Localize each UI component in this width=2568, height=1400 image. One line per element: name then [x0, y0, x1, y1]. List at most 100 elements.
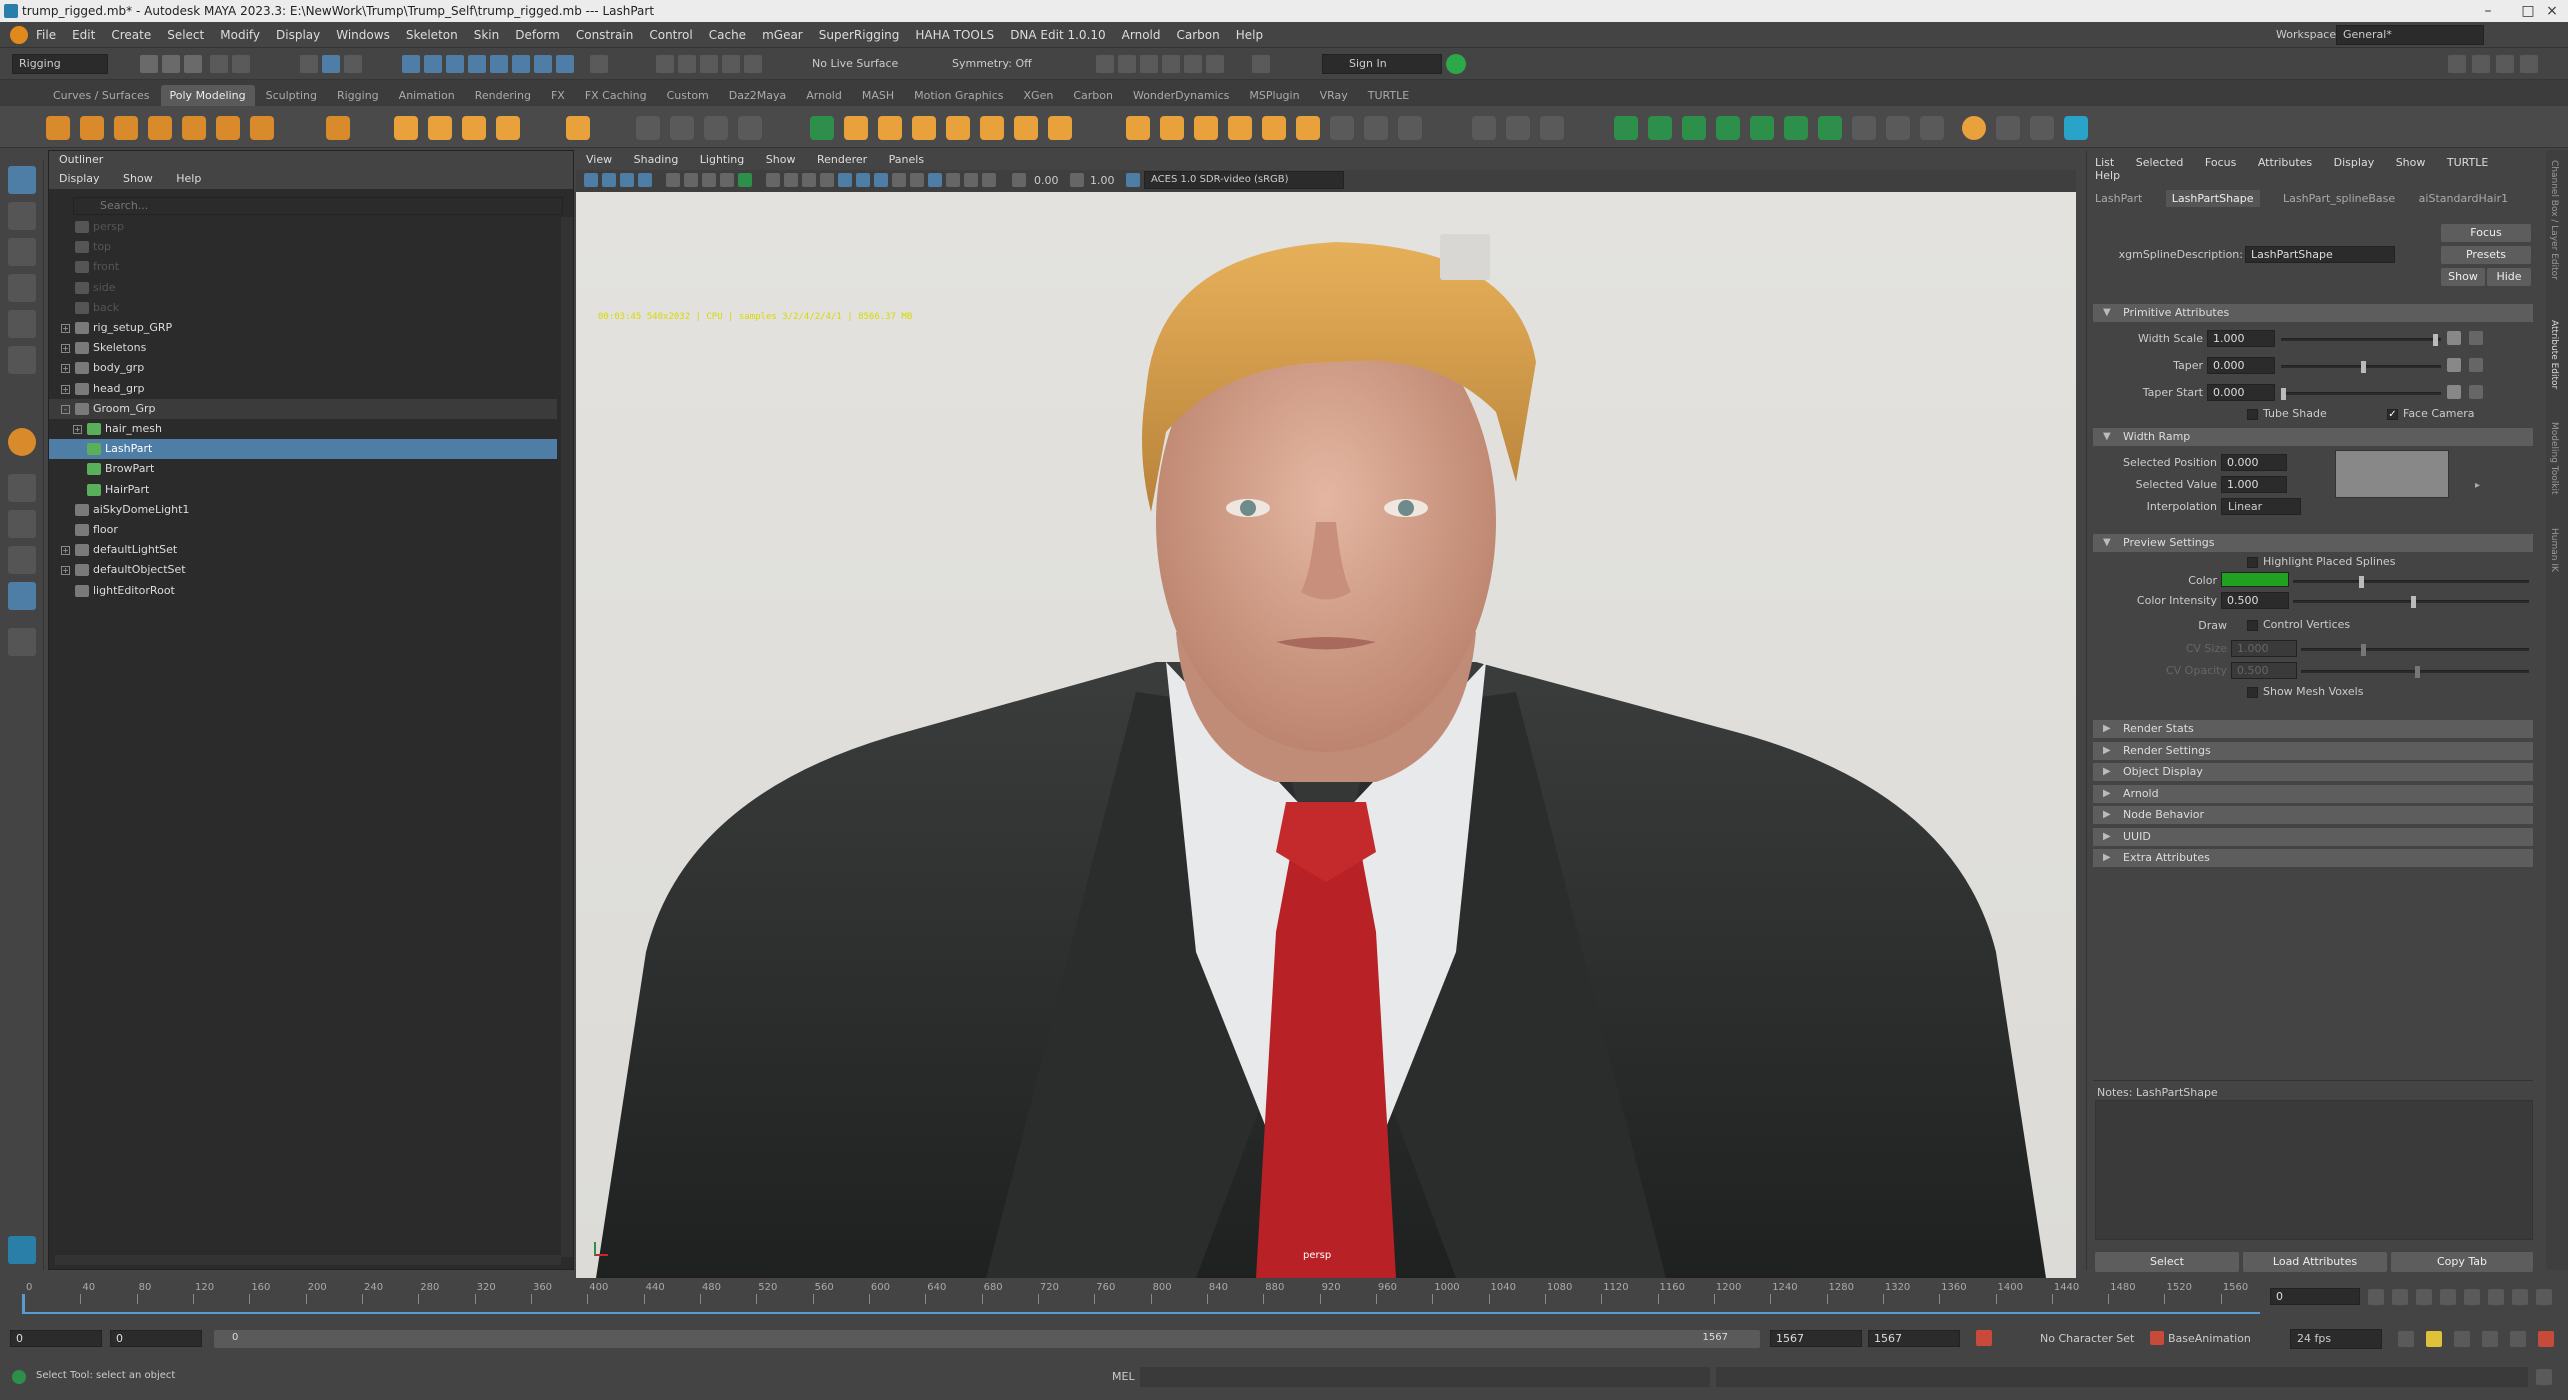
shelf-tab-msplugin[interactable]: MSPlugin	[1240, 85, 1308, 106]
color-intensity-field[interactable]: 0.500	[2221, 592, 2289, 609]
combine-icon[interactable]	[394, 116, 418, 140]
attr-menu-list[interactable]: List	[2095, 156, 2114, 169]
current-frame-field[interactable]: 0	[2270, 1288, 2360, 1305]
smooth-icon[interactable]	[1364, 116, 1388, 140]
menu-edit[interactable]: Edit	[72, 28, 95, 42]
viewport-menu-renderer[interactable]: Renderer	[817, 153, 867, 166]
taper-field[interactable]: 0.000	[2207, 357, 2275, 374]
menu-deform[interactable]: Deform	[515, 28, 560, 42]
collapsed-section[interactable]: ▶ Render Settings	[2093, 741, 2533, 760]
ipr-render-icon[interactable]	[1118, 55, 1136, 73]
expression-icon[interactable]	[2469, 385, 2483, 399]
poly-cube-icon[interactable]	[80, 116, 104, 140]
play-backwards-icon[interactable]	[2440, 1289, 2456, 1305]
shadows-icon[interactable]	[856, 173, 870, 187]
notes-textarea[interactable]	[2095, 1100, 2533, 1240]
expand-icon[interactable]: +	[61, 566, 70, 576]
outliner-row[interactable]: + head_grp	[49, 379, 557, 399]
xray-joints-icon[interactable]	[964, 173, 978, 187]
image-plane-icon[interactable]	[638, 173, 652, 187]
tab-lashpart[interactable]: LashPart	[2095, 192, 2142, 205]
render-current-icon[interactable]	[1096, 55, 1114, 73]
render-settings-icon[interactable]	[1140, 55, 1158, 73]
workspace-dropdown[interactable]: General*	[2336, 25, 2484, 45]
poly-sphere-icon[interactable]	[46, 116, 70, 140]
shelf-tab-fx-caching[interactable]: FX Caching	[576, 85, 656, 106]
view-transform-dropdown[interactable]: ACES 1.0 SDR-video (sRGB)	[1144, 171, 1344, 189]
time-ruler[interactable]: 0 40 80 120 160 200 240 280 320 360 400 440 480 520 56…	[24, 1280, 2260, 1316]
tab-aistandardhair1[interactable]: aiStandardHair1	[2419, 192, 2508, 205]
outliner-row[interactable]: + rig_setup_GRP	[49, 318, 557, 338]
menu-constrain[interactable]: Constrain	[576, 28, 634, 42]
separate-icon[interactable]	[428, 116, 452, 140]
menu-windows[interactable]: Windows	[336, 28, 390, 42]
gamma-value[interactable]: 1.00	[1090, 174, 1115, 187]
outliner-layout-icon[interactable]	[8, 582, 36, 610]
arnold-render-view-icon[interactable]	[1184, 55, 1202, 73]
motion-blur-icon[interactable]	[892, 173, 906, 187]
mask-dynamics-icon[interactable]	[512, 55, 530, 73]
cylindrical-uv-icon[interactable]	[1506, 116, 1530, 140]
toggle-attribute-editor-icon[interactable]	[2472, 55, 2490, 73]
menu-modify[interactable]: Modify	[220, 28, 260, 42]
menu-create[interactable]: Create	[111, 28, 151, 42]
shelf-tab-rigging[interactable]: Rigging	[328, 85, 388, 106]
search-icon[interactable]	[8, 628, 36, 656]
snap-surface-icon[interactable]	[744, 55, 762, 73]
menu-file[interactable]: File	[36, 28, 56, 42]
slide-edge-icon[interactable]	[1296, 116, 1320, 140]
copy-tab-button[interactable]: Copy Tab	[2391, 1252, 2533, 1272]
step-back-key-icon[interactable]	[2392, 1289, 2408, 1305]
collapsed-section[interactable]: ▶ Arnold	[2093, 784, 2533, 803]
slider-knob[interactable]	[2411, 596, 2416, 608]
face-camera-checkbox[interactable]: ✓	[2387, 409, 2398, 420]
tab-human-ik[interactable]: Human IK	[2549, 528, 2559, 572]
arnold-render-icon[interactable]	[1206, 55, 1224, 73]
outliner-row[interactable]: top	[49, 237, 557, 257]
taper-slider[interactable]	[2281, 361, 2441, 373]
shelf-tab-daz2maya[interactable]: Daz2Maya	[720, 85, 795, 106]
key-icon[interactable]	[2482, 1331, 2498, 1347]
connect-icon[interactable]	[1160, 116, 1184, 140]
select-tool-icon[interactable]	[8, 166, 36, 194]
menuset-dropdown[interactable]: Rigging	[12, 54, 108, 74]
slider-knob[interactable]	[2361, 361, 2366, 373]
anim-layer-icon[interactable]	[2150, 1331, 2164, 1345]
width-scale-slider[interactable]	[2281, 334, 2441, 346]
command-input[interactable]	[1140, 1367, 1710, 1387]
menu-haha-tools[interactable]: HAHA TOOLS	[915, 28, 994, 42]
maya-home-icon[interactable]	[8, 1236, 36, 1264]
menu-select[interactable]: Select	[167, 28, 204, 42]
backface-icon[interactable]	[982, 173, 996, 187]
camera-attributes-icon[interactable]	[602, 173, 616, 187]
mask-icon[interactable]	[402, 55, 420, 73]
shelf-tab-poly-modeling[interactable]: Poly Modeling	[160, 85, 255, 106]
snap-curve-icon[interactable]	[678, 55, 696, 73]
sign-in-button[interactable]: Sign In	[1322, 54, 1442, 74]
viewport-menu-view[interactable]: View	[586, 153, 612, 166]
sound-icon[interactable]	[2454, 1331, 2470, 1347]
expand-icon[interactable]: +	[61, 546, 70, 556]
outliner-row[interactable]: LashPart	[49, 439, 557, 460]
outliner-row[interactable]: BrowPart	[49, 459, 557, 479]
color-slider[interactable]	[2293, 576, 2529, 588]
scene-end-field[interactable]: 1567	[1868, 1330, 1960, 1347]
menu-superrigging[interactable]: SuperRigging	[819, 28, 900, 42]
shelf-tab-motion-graphics[interactable]: Motion Graphics	[905, 85, 1012, 106]
gamma-icon[interactable]	[1070, 173, 1084, 187]
shelf-tab-turtle[interactable]: TURTLE	[1359, 85, 1418, 106]
exposure-icon[interactable]	[1012, 173, 1026, 187]
multicut-icon[interactable]	[1048, 116, 1072, 140]
taper-start-field[interactable]: 0.000	[2207, 384, 2275, 401]
move-tool-icon[interactable]	[8, 274, 36, 302]
outliner-row[interactable]: front	[49, 257, 557, 277]
outliner-menu-display[interactable]: Display	[59, 172, 100, 185]
viewport-canvas[interactable]: 00:03:45 540x2032 | CPU | samples 3/2/4/…	[576, 192, 2076, 1278]
snap-grid-icon[interactable]	[656, 55, 674, 73]
outliner-vertical-scrollbar[interactable]	[561, 217, 573, 1257]
play-forwards-icon[interactable]	[2464, 1289, 2480, 1305]
select-button[interactable]: Select	[2095, 1252, 2239, 1272]
expand-icon[interactable]: +	[61, 384, 70, 394]
cv-size-field[interactable]: 1.000	[2231, 640, 2297, 657]
hist-icon[interactable]	[1920, 116, 1944, 140]
